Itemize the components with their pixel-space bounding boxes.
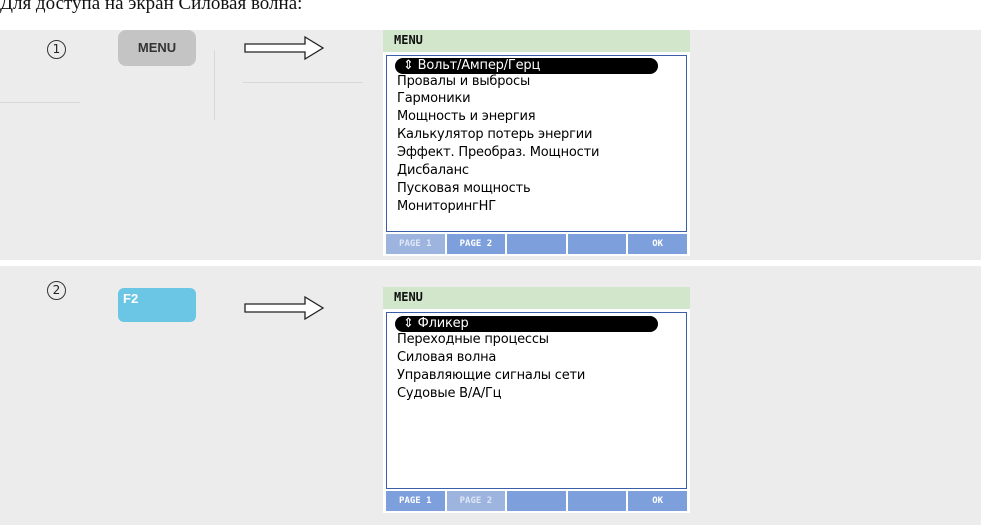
right-arrow-icon (244, 35, 325, 61)
menu-item[interactable]: Пусковая мощность (397, 181, 531, 197)
menu-key-button[interactable]: MENU (118, 30, 196, 66)
softkey-page-2[interactable]: PAGE 2 (446, 491, 506, 511)
menu-list: ⇕ Вольт/Ампер/Герц Провалы и выбросы Гар… (386, 55, 687, 232)
menu-item-selected[interactable]: ⇕ Вольт/Ампер/Герц (395, 58, 658, 74)
menu-item[interactable]: Переходные процессы (397, 332, 549, 348)
softkey-ok[interactable]: OK (628, 491, 687, 511)
intro-text: Для доступа на экран Силовая волна: (0, 0, 303, 14)
f2-key-button[interactable]: F2 (118, 288, 196, 322)
softkey-page-1[interactable]: PAGE 1 (386, 491, 445, 511)
menu-title-bar: MENU (383, 287, 690, 309)
softkey-page-1[interactable]: PAGE 1 (386, 234, 445, 254)
softkey-f4[interactable] (567, 491, 627, 511)
softkey-ok[interactable]: OK (628, 234, 687, 254)
menu-item[interactable]: МониторингНГ (397, 199, 496, 215)
device-screen: MENU ⇕ Вольт/Ампер/Герц Провалы и выброс… (383, 30, 690, 256)
right-arrow-icon (244, 295, 325, 321)
softkey-page-2[interactable]: PAGE 2 (446, 234, 506, 254)
menu-item[interactable]: Эффект. Преобраз. Мощности (397, 145, 599, 161)
menu-item-selected[interactable]: ⇕ Фликер (395, 316, 658, 332)
menu-item[interactable]: Дисбаланс (397, 163, 469, 179)
menu-item[interactable]: Гармоники (397, 91, 471, 107)
device-screen: MENU ⇕ Фликер Переходные процессы Силова… (383, 287, 690, 513)
step-number: 1 (47, 38, 66, 59)
menu-item[interactable]: Судовые В/А/Гц (397, 386, 502, 402)
softkey-f3[interactable] (507, 234, 566, 254)
step-1-row: 1 MENU MENU ⇕ Вольт/Ампер/Герц Провалы и… (0, 30, 981, 260)
softkey-bar: PAGE 1 PAGE 2 OK (386, 234, 687, 254)
menu-title-bar: MENU (383, 30, 690, 52)
softkey-f3[interactable] (507, 491, 566, 511)
softkey-f4[interactable] (567, 234, 627, 254)
softkey-bar: PAGE 1 PAGE 2 OK (386, 491, 687, 511)
menu-list: ⇕ Фликер Переходные процессы Силовая вол… (386, 312, 687, 489)
menu-item[interactable]: Провалы и выбросы (397, 74, 530, 90)
step-2-row: 2 F2 MENU ⇕ Фликер Переходные процессы С… (0, 266, 981, 525)
menu-item[interactable]: Мощность и энергия (397, 109, 536, 125)
menu-item[interactable]: Силовая волна (397, 350, 496, 366)
step-number: 2 (47, 279, 66, 300)
menu-item[interactable]: Управляющие сигналы сети (397, 368, 585, 384)
menu-item[interactable]: Калькулятор потерь энергии (397, 127, 592, 143)
